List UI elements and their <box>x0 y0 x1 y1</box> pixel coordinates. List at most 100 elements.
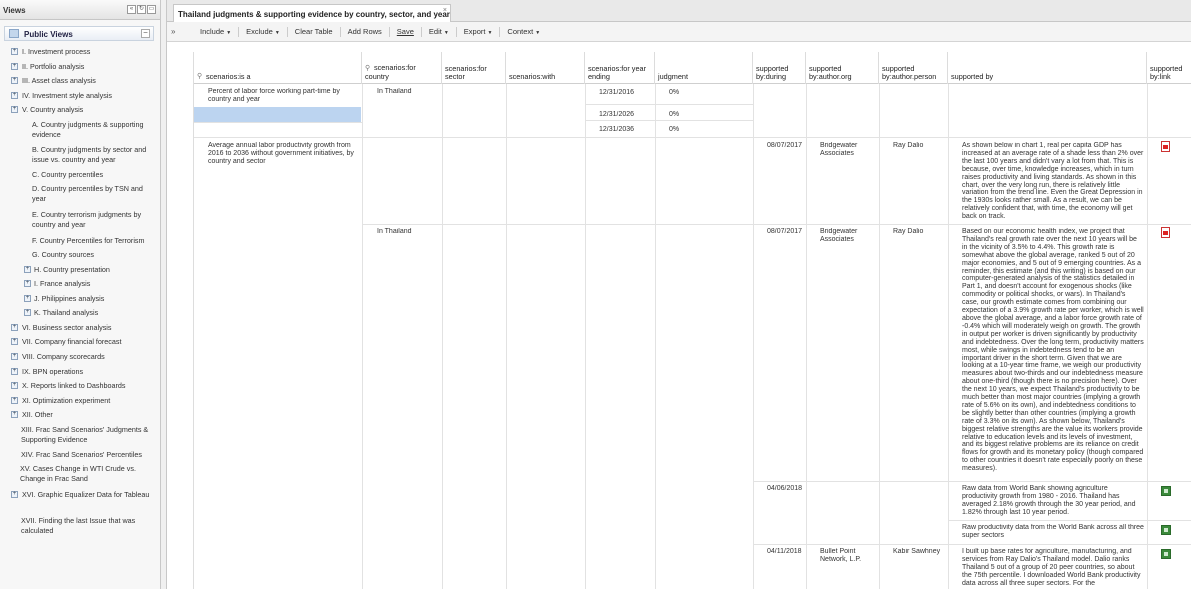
expand-icon[interactable]: + <box>11 106 18 113</box>
expand-icon[interactable]: + <box>11 48 18 55</box>
evidence2-country[interactable]: In Thailand <box>377 228 441 236</box>
column-header-during[interactable]: supported by:during <box>753 52 806 84</box>
expand-icon[interactable]: + <box>11 324 18 331</box>
tree-item[interactable]: D. Country percentiles by TSN and year <box>32 184 150 204</box>
row1-judgment-3[interactable]: 0% <box>669 126 709 134</box>
expand-icon[interactable]: + <box>11 411 18 418</box>
column-header-for-year-ending[interactable]: scenarios:for year ending <box>585 52 655 84</box>
expand-icon[interactable]: + <box>24 280 31 287</box>
column-header-link[interactable]: supported by:link <box>1147 52 1191 84</box>
row1-is-a[interactable]: Percent of labor force working part-time… <box>208 88 358 104</box>
evidence1-text[interactable]: As shown below in chart 1, real per capi… <box>962 142 1144 222</box>
tree-item[interactable]: I. France analysis <box>34 279 150 289</box>
expand-panel-icon[interactable]: » <box>171 27 175 36</box>
tree-item[interactable]: H. Country presentation <box>34 265 150 275</box>
row1-year-1[interactable]: 12/31/2016 <box>599 89 654 97</box>
include-menu[interactable]: Include ▼ <box>193 27 240 37</box>
tree-item[interactable]: IV. Investment style analysis <box>22 91 152 101</box>
collapse-left-icon[interactable]: « <box>127 5 136 14</box>
evidence4-text[interactable]: Raw productivity data from the World Ban… <box>962 524 1144 542</box>
add-rows-button[interactable]: Add Rows <box>341 27 390 37</box>
tree-item[interactable]: V. Country analysis <box>22 105 152 115</box>
evidence3-text[interactable]: Raw data from World Bank showing agricul… <box>962 485 1144 518</box>
tree-item[interactable]: B. Country judgments by sector and issue… <box>32 145 150 165</box>
row1-country[interactable]: In Thailand <box>377 88 441 96</box>
expand-icon[interactable]: + <box>11 491 18 498</box>
window-icon[interactable]: ▭ <box>147 5 156 14</box>
evidence2-text[interactable]: Based on our economic health index, we p… <box>962 228 1144 479</box>
tree-item[interactable]: XIII. Frac Sand Scenarios' Judgments & S… <box>21 425 159 445</box>
evidence5-person[interactable]: Kabir Sawhney <box>893 548 947 556</box>
exclude-menu[interactable]: Exclude ▼ <box>239 27 288 37</box>
tree-item[interactable]: J. Philippines analysis <box>34 294 150 304</box>
expand-icon[interactable]: + <box>11 382 18 389</box>
refresh-icon[interactable]: ↻ <box>137 5 146 14</box>
expand-icon[interactable]: + <box>11 368 18 375</box>
tree-item[interactable]: VIII. Company scorecards <box>22 352 152 362</box>
save-button[interactable]: Save <box>390 27 422 37</box>
column-header-supported-by[interactable]: supported by <box>948 52 1147 84</box>
filter-icon[interactable]: ⚲ <box>197 73 205 81</box>
selected-cell[interactable] <box>194 107 361 122</box>
tree-item[interactable]: F. Country Percentiles for Terrorism <box>32 236 150 246</box>
column-header-judgment[interactable]: judgment <box>655 52 753 84</box>
tree-item[interactable]: II. Portfolio analysis <box>22 62 152 72</box>
tree-item[interactable]: XVII. Finding the last Issue that was ca… <box>21 516 159 536</box>
column-header-with[interactable]: scenarios:with <box>506 52 585 84</box>
row1-judgment-1[interactable]: 0% <box>669 89 709 97</box>
evidence1-person[interactable]: Ray Dalio <box>893 142 947 150</box>
tree-item[interactable]: VII. Company financial forecast <box>22 337 152 347</box>
evidence2-org[interactable]: Bridgewater Associates <box>820 228 876 244</box>
column-header-author-person[interactable]: supported by:author.person <box>879 52 948 84</box>
tree-item[interactable]: XV. Cases Change in WTI Crude vs. Change… <box>20 464 160 484</box>
expand-icon[interactable]: + <box>11 63 18 70</box>
evidence5-text[interactable]: I built up base rates for agriculture, m… <box>962 548 1144 589</box>
spreadsheet-icon[interactable] <box>1161 486 1171 496</box>
evidence1-during[interactable]: 08/07/2017 <box>767 142 805 150</box>
spreadsheet-icon[interactable] <box>1161 549 1171 559</box>
column-header-for-country[interactable]: ⚲ scenarios:for country <box>362 52 442 84</box>
column-header-is-a[interactable]: ⚲ scenarios:is a <box>194 52 362 84</box>
tree-item[interactable]: G. Country sources <box>32 250 150 260</box>
expand-icon[interactable]: + <box>11 397 18 404</box>
expand-icon[interactable]: + <box>24 295 31 302</box>
row1-year-3[interactable]: 12/31/2036 <box>599 126 654 134</box>
edit-menu[interactable]: Edit ▼ <box>422 27 457 37</box>
row1-judgment-2[interactable]: 0% <box>669 111 709 119</box>
tree-item[interactable]: XII. Other <box>22 410 152 420</box>
tree-item[interactable]: XIV. Frac Sand Scenarios' Percentiles <box>21 450 159 460</box>
tree-item[interactable]: C. Country percentiles <box>32 170 150 180</box>
tree-item[interactable]: A. Country judgments & supporting eviden… <box>32 120 150 140</box>
tree-item[interactable]: I. Investment process <box>22 47 152 57</box>
evidence5-org[interactable]: Bullet Point Network, L.P. <box>820 548 876 564</box>
public-views-header[interactable]: Public Views − <box>4 26 154 41</box>
expand-icon[interactable]: + <box>11 92 18 99</box>
tree-item[interactable]: XI. Optimization experiment <box>22 396 152 406</box>
spreadsheet-icon[interactable] <box>1161 525 1171 535</box>
expand-icon[interactable]: + <box>24 266 31 273</box>
evidence1-org[interactable]: Bridgewater Associates <box>820 142 876 158</box>
expand-icon[interactable]: + <box>11 77 18 84</box>
tree-item[interactable]: XVI. Graphic Equalizer Data for Tableau <box>22 490 152 500</box>
evidence5-during[interactable]: 04/11/2018 <box>767 548 805 556</box>
expand-icon[interactable]: + <box>11 338 18 345</box>
close-icon[interactable]: × <box>443 7 447 14</box>
evidence2-person[interactable]: Ray Dalio <box>893 228 947 236</box>
tree-item[interactable]: III. Asset class analysis <box>22 76 152 86</box>
tree-item[interactable]: IX. BPN operations <box>22 367 152 377</box>
expand-icon[interactable]: + <box>11 353 18 360</box>
evidence2-during[interactable]: 08/07/2017 <box>767 228 805 236</box>
expand-icon[interactable]: + <box>24 309 31 316</box>
column-header-for-sector[interactable]: scenarios:for sector <box>442 52 506 84</box>
context-menu[interactable]: Context ▼ <box>500 27 547 37</box>
pdf-icon[interactable] <box>1161 227 1170 238</box>
tree-item[interactable]: K. Thailand analysis <box>34 308 150 318</box>
row2-is-a[interactable]: Average annual labor productivity growth… <box>208 142 360 166</box>
row1-year-2[interactable]: 12/31/2026 <box>599 111 654 119</box>
column-header-author-org[interactable]: supported by:author.org <box>806 52 879 84</box>
clear-table-button[interactable]: Clear Table <box>288 27 341 37</box>
tree-item[interactable]: X. Reports linked to Dashboards <box>22 381 152 391</box>
evidence3-during[interactable]: 04/06/2018 <box>767 485 805 493</box>
tab-thailand-judgments[interactable]: Thailand judgments & supporting evidence… <box>173 4 451 22</box>
pdf-icon[interactable] <box>1161 141 1170 152</box>
